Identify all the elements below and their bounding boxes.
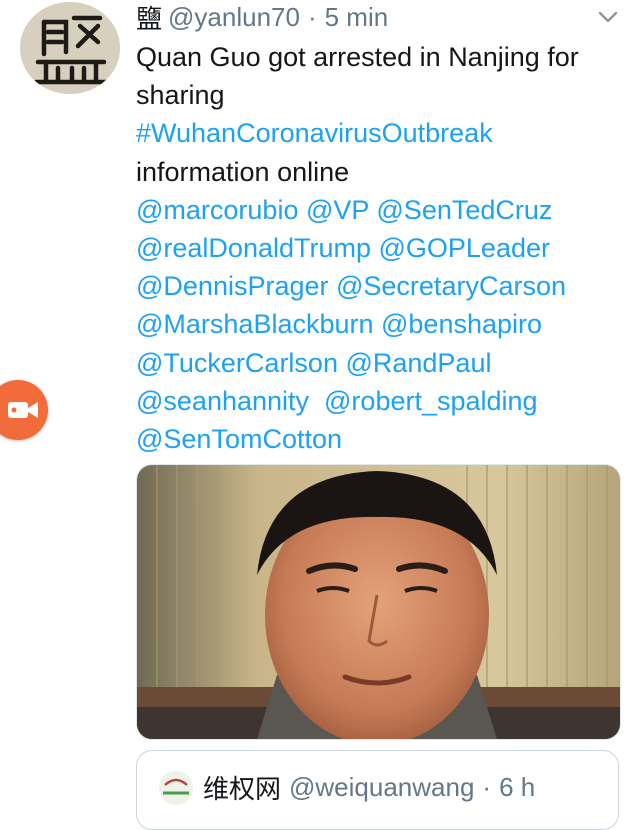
display-name[interactable]: 鹽 bbox=[136, 0, 162, 36]
timestamp[interactable]: 5 min bbox=[325, 2, 389, 33]
quoted-timestamp[interactable]: 6 h bbox=[499, 772, 535, 803]
separator-dot: · bbox=[482, 772, 492, 802]
mention-links[interactable]: @DennisPrager @SecretaryCarson bbox=[136, 267, 626, 305]
avatar-calligraphy-image bbox=[20, 2, 120, 94]
mention-links[interactable]: @TuckerCarlson @RandPaul bbox=[136, 344, 626, 382]
separator-dot: · bbox=[307, 1, 317, 32]
quoted-user-handle[interactable]: @weiquanwang bbox=[289, 772, 474, 803]
tweet-text-line: sharing bbox=[136, 80, 225, 111]
avatar[interactable] bbox=[20, 2, 120, 94]
tweet-header: 鹽 @yanlun70 · 5 min bbox=[136, 1, 389, 34]
mention-links[interactable]: @SenTomCotton bbox=[136, 420, 626, 458]
tweet-text: Quan Guo got arrested in Nanjing for sha… bbox=[136, 38, 626, 458]
tweet-text-line: information online bbox=[136, 156, 350, 187]
tweet-photo[interactable] bbox=[136, 464, 621, 740]
chevron-down-icon[interactable] bbox=[596, 6, 620, 28]
quoted-tweet[interactable]: 维权网 @weiquanwang · 6 h bbox=[136, 750, 619, 830]
mention-links[interactable]: @marcorubio @VP @SenTedCruz bbox=[136, 191, 626, 229]
mention-links[interactable]: @MarshaBlackburn @benshapiro bbox=[136, 305, 626, 343]
video-camera-icon[interactable] bbox=[0, 380, 48, 440]
quoted-display-name[interactable]: 维权网 bbox=[203, 769, 281, 806]
quoted-tweet-header: 维权网 @weiquanwang · 6 h bbox=[203, 769, 535, 806]
hashtag-link[interactable]: #WuhanCoronavirusOutbreak bbox=[136, 114, 626, 152]
user-handle[interactable]: @yanlun70 bbox=[168, 2, 300, 33]
mention-links[interactable]: @seanhannity @robert_spalding bbox=[136, 382, 626, 420]
tweet-text-line: Quan Guo got arrested in Nanjing for bbox=[136, 42, 579, 72]
mention-links[interactable]: @realDonaldTrump @GOPLeader bbox=[136, 229, 626, 267]
